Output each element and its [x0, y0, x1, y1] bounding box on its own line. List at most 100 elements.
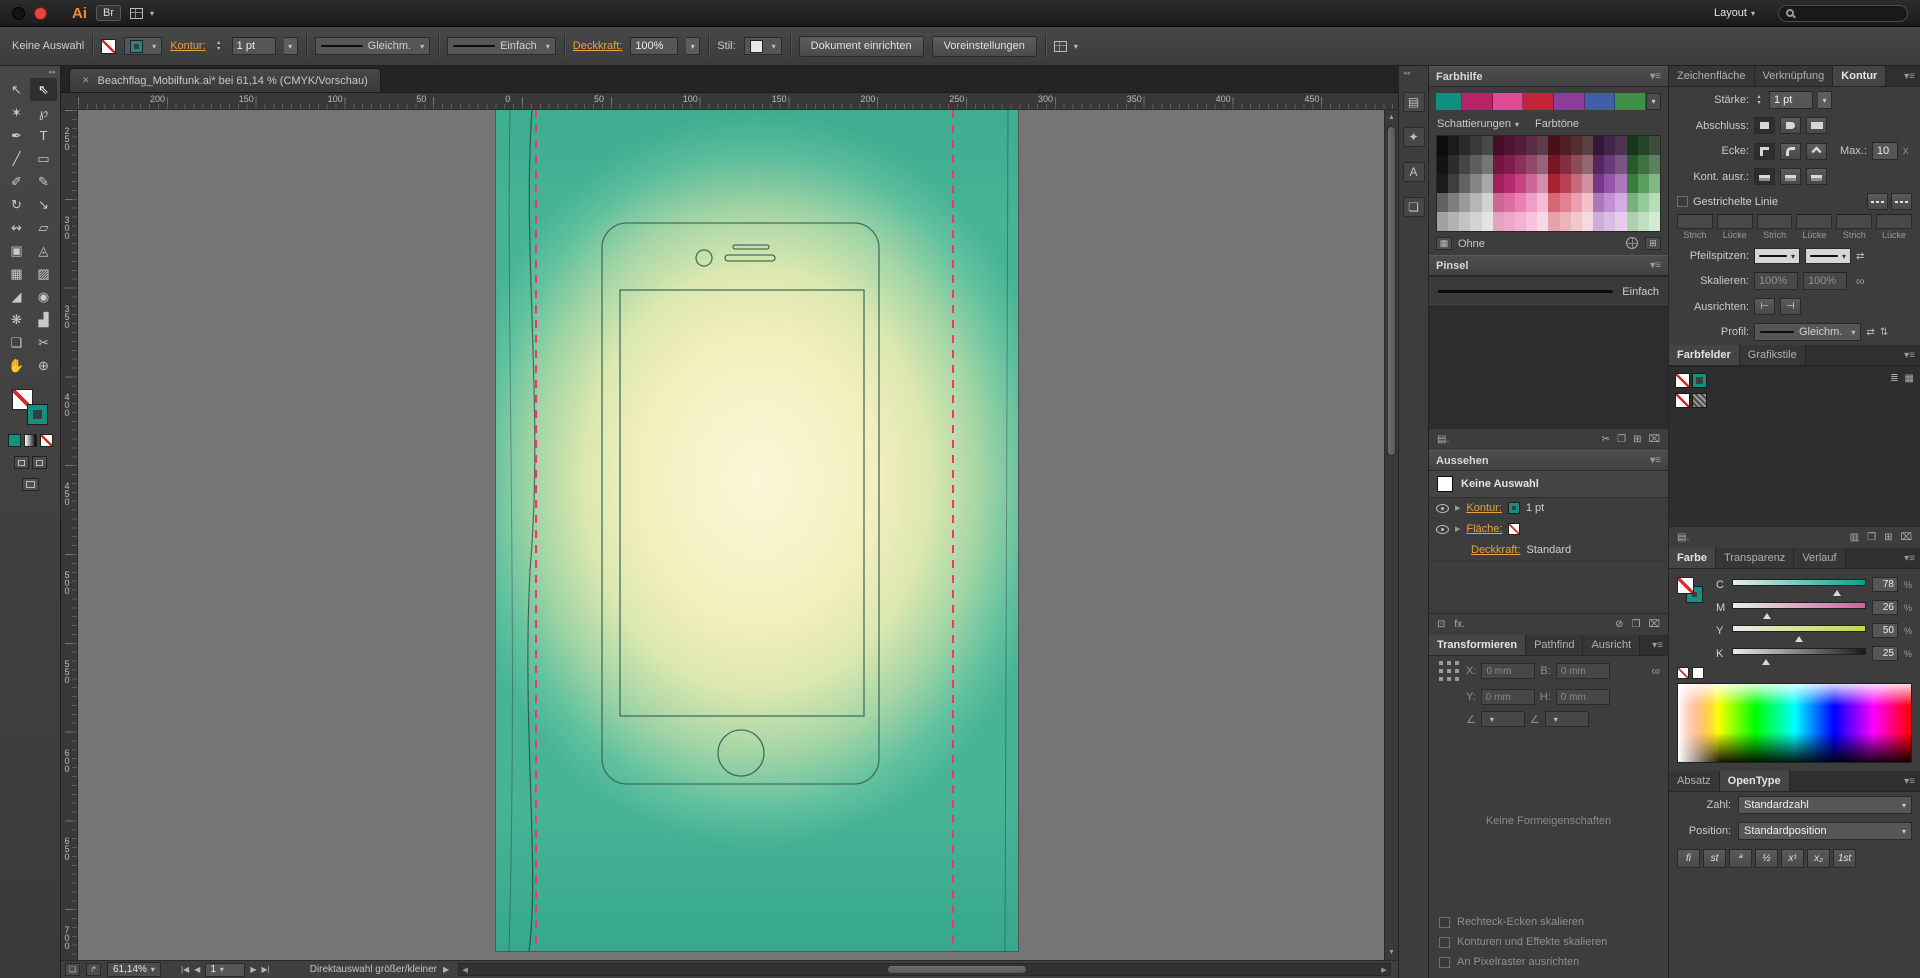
remove-brush-stroke-icon[interactable]: ✂ — [1602, 434, 1610, 445]
weight-dropdown-icon[interactable] — [1818, 91, 1832, 109]
color-swatch[interactable] — [1604, 136, 1615, 155]
arrowhead-end-dropdown[interactable] — [1805, 248, 1851, 264]
none-swatch[interactable] — [1675, 393, 1690, 408]
color-swatch[interactable] — [1638, 193, 1649, 212]
color-swatch[interactable] — [1526, 212, 1537, 231]
artboard-number-field[interactable]: 1 — [205, 963, 245, 977]
grid-view-icon[interactable]: ▦ — [1905, 373, 1914, 384]
align-stroke-outside-icon[interactable] — [1806, 168, 1827, 185]
effects-icon[interactable]: fx. — [1454, 619, 1465, 630]
new-stroke-icon[interactable]: ⊡ — [1437, 619, 1445, 630]
color-swatch[interactable] — [1627, 136, 1638, 155]
delete-item-icon[interactable]: ⌧ — [1648, 619, 1660, 630]
deckkraft-link[interactable]: Deckkraft: — [573, 40, 623, 52]
stroke-color-dropdown[interactable] — [124, 37, 162, 55]
harmony-color-swatch[interactable] — [1462, 93, 1493, 110]
farbtoene-tab[interactable]: Farbtöne — [1535, 118, 1579, 130]
position-select[interactable]: Standardposition — [1738, 822, 1912, 840]
schattierungen-dropdown[interactable]: Schattierungen — [1437, 118, 1519, 130]
workspace-switcher-icon[interactable] — [130, 8, 154, 19]
harmony-color-swatch[interactable] — [1493, 93, 1524, 110]
symbol-sprayer-tool[interactable]: ❋ — [3, 308, 30, 331]
color-swatch[interactable] — [1615, 193, 1626, 212]
show-kinds-icon[interactable]: ▥ — [1850, 532, 1859, 543]
color-swatch[interactable] — [1515, 155, 1526, 174]
panel-menu-icon[interactable] — [1650, 260, 1661, 271]
tool-hint-next-icon[interactable] — [443, 965, 449, 974]
opentype-feature-button[interactable]: 1st — [1833, 849, 1856, 868]
color-swatch[interactable] — [1560, 174, 1571, 193]
color-swatch[interactable] — [1515, 193, 1526, 212]
color-swatch[interactable] — [1593, 155, 1604, 174]
tab-farbe[interactable]: Farbe — [1669, 548, 1716, 568]
rectangle-tool[interactable]: ▭ — [30, 147, 57, 170]
farbhilfe-header[interactable]: Farbhilfe — [1429, 66, 1668, 87]
tab-absatz[interactable]: Absatz — [1669, 771, 1720, 791]
panel-menu-icon[interactable] — [1652, 640, 1663, 651]
column-graph-tool[interactable]: ▟ — [30, 308, 57, 331]
color-swatch[interactable] — [1604, 193, 1615, 212]
fill-color-swatch[interactable] — [101, 39, 116, 54]
selection-tool[interactable]: ↖ — [3, 78, 30, 101]
edit-colors-icon[interactable] — [1626, 237, 1638, 249]
checkbox-icon[interactable] — [1439, 937, 1450, 948]
arrow-tip-beyond-icon[interactable]: ⊢ — [1754, 298, 1775, 315]
swatch-options-icon[interactable]: ❐ — [1867, 532, 1876, 543]
color-swatch[interactable] — [1470, 136, 1481, 155]
color-swatch[interactable] — [1548, 174, 1559, 193]
color-swatch[interactable] — [1593, 212, 1604, 231]
color-swatch[interactable] — [1548, 193, 1559, 212]
reference-point-widget[interactable] — [1437, 659, 1461, 683]
miter-limit-field[interactable]: 10 — [1872, 142, 1898, 160]
color-swatch[interactable] — [1448, 193, 1459, 212]
free-transform-tool[interactable]: ▱ — [30, 216, 57, 239]
mesh-tool[interactable]: ▦ — [3, 262, 30, 285]
panel-menu-icon[interactable] — [1904, 776, 1915, 787]
search-input[interactable] — [1778, 5, 1908, 22]
expand-triangle-icon[interactable] — [1455, 504, 1460, 512]
preserve-dash-icon[interactable] — [1867, 193, 1888, 210]
visibility-eye-icon[interactable] — [1436, 525, 1449, 534]
arrowhead-start-dropdown[interactable] — [1754, 248, 1800, 264]
preferences-button[interactable]: Voreinstellungen — [932, 36, 1037, 57]
type-tool[interactable]: T — [30, 124, 57, 147]
color-swatch[interactable] — [1560, 193, 1571, 212]
panel-menu-icon[interactable] — [1650, 455, 1661, 466]
vertical-scroll-thumb[interactable] — [1387, 126, 1396, 456]
color-swatch[interactable] — [1448, 212, 1459, 231]
color-swatch[interactable] — [1571, 155, 1582, 174]
color-swatch[interactable] — [1482, 174, 1493, 193]
tab-verlauf[interactable]: Verlauf — [1794, 548, 1845, 568]
color-swatch[interactable] — [1582, 193, 1593, 212]
bridge-button[interactable]: Br — [96, 5, 121, 21]
width-profile-dropdown[interactable]: Gleichm. — [315, 37, 430, 55]
color-swatch[interactable] — [1627, 193, 1638, 212]
color-swatch[interactable] — [1571, 193, 1582, 212]
swatch-libraries-panel-icon[interactable]: ▤ — [1403, 92, 1425, 112]
none-color-swatch[interactable] — [1677, 667, 1689, 679]
color-swatch[interactable] — [1459, 174, 1470, 193]
butt-cap-icon[interactable] — [1754, 117, 1775, 134]
color-swatch[interactable] — [1571, 174, 1582, 193]
color-swatch[interactable] — [1649, 193, 1660, 212]
first-artboard-icon[interactable] — [181, 965, 189, 974]
color-swatch[interactable] — [1448, 136, 1459, 155]
color-swatch[interactable] — [1560, 212, 1571, 231]
color-swatch[interactable] — [1459, 193, 1470, 212]
scale-tool[interactable]: ↘ — [30, 193, 57, 216]
color-swatch[interactable] — [1459, 136, 1470, 155]
dashed-line-checkbox[interactable] — [1677, 196, 1688, 207]
opacity-field[interactable]: 100% — [630, 37, 678, 55]
fill-none-swatch[interactable] — [1677, 577, 1694, 594]
list-view-icon[interactable]: ≣ — [1890, 373, 1898, 384]
slider-handle[interactable] — [1795, 632, 1803, 642]
constrain-proportions-icon[interactable] — [1651, 664, 1660, 678]
color-swatch[interactable] — [1571, 212, 1582, 231]
color-swatch[interactable] — [1526, 193, 1537, 212]
screen-mode-icon[interactable] — [22, 478, 39, 491]
status-arrow-icon[interactable]: ↱ — [86, 963, 101, 976]
opentype-feature-button[interactable]: x₂ — [1807, 849, 1830, 868]
color-swatch[interactable] — [1448, 155, 1459, 174]
stroke-color-indicator[interactable] — [27, 404, 48, 425]
next-artboard-icon[interactable] — [250, 965, 256, 974]
